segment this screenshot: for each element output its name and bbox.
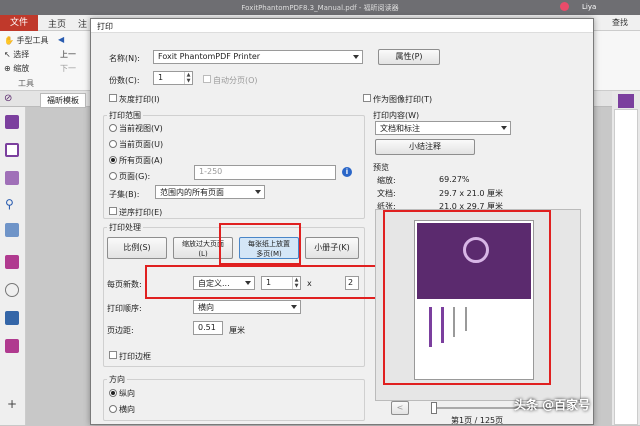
- pages-radio[interactable]: [109, 172, 117, 180]
- select-button[interactable]: ↖ 选择: [4, 49, 29, 60]
- pages-per-sheet-label: 每页新数:: [107, 280, 142, 289]
- layers-icon[interactable]: [5, 223, 19, 237]
- current-page-label: 当前页面(U): [119, 140, 164, 149]
- user-name[interactable]: Liya: [582, 3, 596, 11]
- margin-label: 页边距:: [107, 326, 134, 335]
- panel-icon[interactable]: [618, 94, 634, 108]
- printer-select[interactable]: Foxit PhantomPDF Printer: [153, 50, 363, 64]
- properties-button[interactable]: 属性(P): [378, 49, 440, 65]
- print-border-checkbox[interactable]: [109, 351, 117, 359]
- orientation-title: 方向: [107, 374, 127, 385]
- portrait-label: 纵向: [119, 389, 135, 398]
- summarize-comments-button[interactable]: 小结注释: [375, 139, 475, 155]
- print-handling-title: 打印处理: [107, 222, 143, 233]
- print-content-select[interactable]: 文档和标注: [375, 121, 511, 135]
- all-pages-radio[interactable]: [109, 156, 117, 164]
- window-title: FoxitPhantomPDF8.3_Manual.pdf - 福昕阅读器: [241, 4, 399, 12]
- comment-icon[interactable]: [5, 171, 19, 185]
- highlight-preview: [383, 210, 551, 385]
- print-order-select[interactable]: 横向: [193, 300, 301, 314]
- grayscale-label: 灰度打印(I): [119, 95, 160, 104]
- booklet-button[interactable]: 小册子(K): [305, 237, 359, 259]
- bookmark-icon[interactable]: [5, 115, 19, 129]
- print-range-title: 打印范围: [107, 110, 143, 121]
- zoom-label: 缩放:: [377, 176, 396, 185]
- gift-icon[interactable]: [5, 255, 19, 269]
- left-sidebar: ⚲ +: [0, 107, 26, 425]
- tab-home[interactable]: 主页: [48, 17, 66, 30]
- current-page-radio[interactable]: [109, 140, 117, 148]
- grayscale-checkbox[interactable]: [109, 94, 117, 102]
- title-bar: FoxitPhantomPDF8.3_Manual.pdf - 福昕阅读器 Li…: [0, 0, 640, 15]
- highlight-multiple-pages: [219, 223, 301, 265]
- scale-button[interactable]: 比例(S): [107, 237, 167, 259]
- info-icon[interactable]: i: [342, 167, 352, 177]
- subset-label: 子集(B):: [109, 190, 140, 199]
- preview-title: 预览: [373, 163, 389, 172]
- collate-checkbox[interactable]: [203, 75, 211, 83]
- page-thumbnail-icon[interactable]: [5, 143, 19, 157]
- print-as-image-label: 作为图像打印(T): [373, 95, 433, 104]
- next-page-button[interactable]: 下一: [60, 63, 76, 74]
- doc-size-label: 文档:: [377, 189, 396, 198]
- watermark: 头条 @百家号: [514, 398, 591, 412]
- margin-input[interactable]: 0.51: [193, 321, 223, 335]
- page-preview-strip: [614, 109, 638, 425]
- right-sidebar: [612, 91, 640, 425]
- landscape-label: 横向: [119, 405, 135, 414]
- collate-label: 自动分页(O): [213, 76, 258, 85]
- gift-icon-2[interactable]: [5, 339, 19, 353]
- print-border-label: 打印边框: [119, 352, 151, 361]
- copies-input[interactable]: 1 ▲ ▼: [153, 71, 193, 85]
- all-pages-label: 所有页面(A): [119, 156, 163, 165]
- tab-comment[interactable]: 注: [78, 17, 87, 30]
- foxit-logo-icon: ⊘: [4, 93, 13, 104]
- portrait-radio[interactable]: [109, 389, 117, 397]
- printer-name-label: 名称(N):: [109, 54, 140, 63]
- stamp-icon[interactable]: [5, 283, 19, 297]
- preview-page-indicator: 第1页 / 125页: [451, 416, 504, 425]
- add-button[interactable]: +: [7, 397, 17, 411]
- doc-tab[interactable]: 福昕模板: [40, 93, 86, 108]
- landscape-radio[interactable]: [109, 405, 117, 413]
- preview-prev-button[interactable]: <: [391, 401, 409, 415]
- file-tab[interactable]: 文件: [0, 15, 38, 31]
- orientation-group: [103, 379, 365, 421]
- avatar-icon: [560, 2, 569, 11]
- print-dialog: 打印 名称(N): Foxit PhantomPDF Printer 属性(P)…: [90, 18, 594, 425]
- attachment-icon[interactable]: ⚲: [5, 197, 19, 211]
- current-view-radio[interactable]: [109, 124, 117, 132]
- prev-page-button[interactable]: 上一: [60, 49, 76, 60]
- margin-unit: 厘米: [229, 326, 245, 335]
- zoom-value: 69.27%: [439, 175, 470, 184]
- reverse-label: 逆序打印(E): [119, 208, 163, 217]
- print-content-title: 打印内容(W): [373, 111, 420, 120]
- subset-select[interactable]: 范围内的所有页面: [155, 185, 265, 199]
- ribbon-group-label: 工具: [18, 79, 34, 88]
- pages-label: 页面(G):: [119, 172, 151, 181]
- print-as-image-checkbox[interactable]: [363, 94, 371, 102]
- back-icon[interactable]: ◀: [58, 35, 64, 44]
- reverse-checkbox[interactable]: [109, 207, 117, 215]
- pages-input[interactable]: 1-250: [194, 165, 336, 180]
- fields-icon[interactable]: [5, 311, 19, 325]
- print-order-label: 打印顺序:: [107, 304, 142, 313]
- current-view-label: 当前视图(V): [119, 124, 163, 133]
- search-label[interactable]: 查找: [612, 17, 628, 28]
- dialog-title: 打印: [91, 19, 593, 33]
- preview-slider-thumb[interactable]: [431, 402, 437, 414]
- copies-label: 份数(C):: [109, 76, 140, 85]
- zoom-button[interactable]: ⊕ 缩放: [4, 63, 29, 74]
- doc-size-value: 29.7 x 21.0 厘米: [439, 189, 503, 198]
- hand-tool-button[interactable]: ✋ 手型工具: [4, 35, 49, 46]
